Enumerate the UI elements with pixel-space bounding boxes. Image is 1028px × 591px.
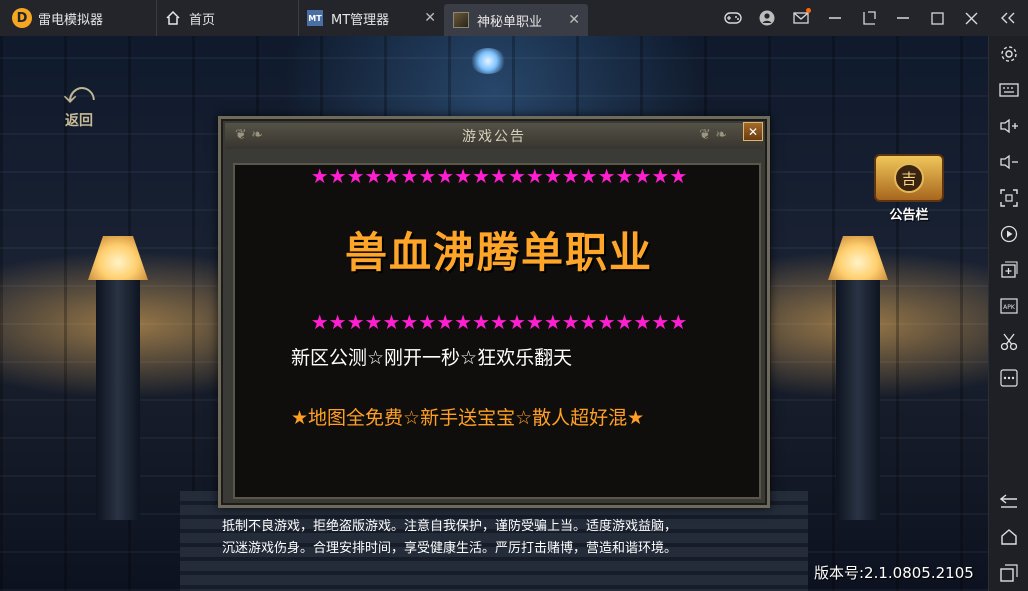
left-lamp-pillar	[88, 236, 148, 520]
back-label: 返回	[65, 113, 93, 129]
close-tab-icon[interactable]: ✕	[424, 10, 436, 26]
settings-icon[interactable]	[989, 36, 1028, 72]
ceiling-crystal	[470, 48, 506, 74]
title-bar: D 雷电模拟器 首页 MT MT管理器 ✕ 神秘单职业 ✕	[0, 0, 1028, 36]
gamepad-icon[interactable]	[716, 0, 750, 36]
notice-board-button[interactable]: 吉 公告栏	[868, 154, 950, 228]
collapse-sidebar-icon[interactable]	[988, 0, 1028, 36]
account-icon[interactable]	[750, 0, 784, 36]
cut-icon[interactable]	[989, 324, 1028, 360]
add-apk-icon[interactable]	[989, 252, 1028, 288]
stars-divider-top: ★★★★★★★★★★★★★★★★★★★★★	[310, 164, 688, 188]
back-button[interactable]: ⤺ 返回	[56, 76, 102, 130]
stars-divider-bottom: ★★★★★★★★★★★★★★★★★★★★★	[310, 310, 688, 334]
restore-icon[interactable]	[852, 0, 886, 36]
app-name: 雷电模拟器	[38, 12, 104, 28]
maximize-icon[interactable]	[920, 0, 954, 36]
game-screen[interactable]: ⤺ 返回 吉 公告栏 ❦ ❧ 游戏公告 ❦ ❧ ✕ ★★★★★★★★★★★★★★…	[0, 36, 988, 591]
mt-manager-icon: MT	[307, 10, 323, 26]
announcement-line-2: ★地图全免费☆新手送宝宝☆散人超好混★	[291, 407, 645, 429]
ornament-icon: ❦ ❧	[699, 127, 727, 143]
return-arrow-icon: ⤺	[62, 76, 96, 111]
tab-home[interactable]: 首页	[156, 0, 298, 36]
home-icon	[165, 10, 181, 26]
pin-icon[interactable]	[818, 0, 852, 36]
disclaimer-line-1: 抵制不良游戏，拒绝盗版游戏。注意自我保护，谨防受骗上当。适度游戏益脑，	[222, 519, 678, 534]
close-tab-icon[interactable]: ✕	[568, 12, 580, 28]
announcement-line-1: 新区公测☆刚开一秒☆狂欢乐翻天	[291, 347, 573, 369]
dialog-header: ❦ ❧ 游戏公告 ❦ ❧	[225, 123, 763, 149]
tab-label: 首页	[189, 12, 216, 28]
recent-apps-icon[interactable]	[989, 555, 1028, 591]
volume-down-icon[interactable]	[989, 144, 1028, 180]
volume-up-icon[interactable]	[989, 108, 1028, 144]
board-seal: 吉	[894, 163, 924, 193]
keyboard-icon[interactable]	[989, 72, 1028, 108]
screenshot-icon[interactable]	[989, 180, 1028, 216]
emulator-sidebar: APK	[988, 36, 1028, 591]
apk-install-icon[interactable]: APK	[989, 288, 1028, 324]
tab-label: 神秘单职业	[477, 14, 543, 30]
tab-mt-manager[interactable]: MT MT管理器 ✕	[298, 0, 444, 36]
tab-game[interactable]: 神秘单职业 ✕	[444, 4, 588, 36]
health-gaming-notice: 抵制不良游戏，拒绝盗版游戏。注意自我保护，谨防受骗上当。适度游戏益脑， 沉迷游戏…	[222, 516, 782, 560]
minimize-icon[interactable]	[886, 0, 920, 36]
announcement-body: ★★★★★★★★★★★★★★★★★★★★★ 兽血沸腾单职业 ★★★★★★★★★★…	[233, 163, 761, 499]
mail-icon[interactable]	[784, 0, 818, 36]
notice-board-icon: 吉	[874, 154, 944, 202]
game-thumbnail-icon	[453, 12, 469, 28]
dialog-close-button[interactable]: ✕	[743, 122, 763, 141]
home-icon[interactable]	[989, 519, 1028, 555]
back-icon[interactable]	[989, 483, 1028, 519]
more-icon[interactable]	[989, 360, 1028, 396]
announcement-dialog: ❦ ❧ 游戏公告 ❦ ❧ ✕ ★★★★★★★★★★★★★★★★★★★★★ 兽血沸…	[218, 116, 770, 508]
close-icon[interactable]	[954, 0, 988, 36]
dialog-title: 游戏公告	[462, 129, 526, 145]
window-controls	[716, 0, 1028, 36]
announcement-headline: 兽血沸腾单职业	[344, 228, 653, 277]
right-lamp-pillar	[828, 236, 888, 520]
version-label: 版本号:2.1.0805.2105	[814, 564, 974, 582]
svg-text:APK: APK	[1003, 304, 1016, 311]
tab-label: MT管理器	[331, 12, 390, 28]
app-logo-icon: D	[12, 8, 32, 28]
app-brand: D 雷电模拟器	[0, 0, 156, 36]
notification-dot	[806, 8, 811, 13]
disclaimer-line-2: 沉迷游戏伤身。合理安排时间，享受健康生活。严厉打击赌博，营造和谐环境。	[222, 541, 678, 556]
notice-board-label: 公告栏	[889, 208, 929, 223]
record-icon[interactable]	[989, 216, 1028, 252]
ornament-icon: ❦ ❧	[235, 127, 263, 143]
